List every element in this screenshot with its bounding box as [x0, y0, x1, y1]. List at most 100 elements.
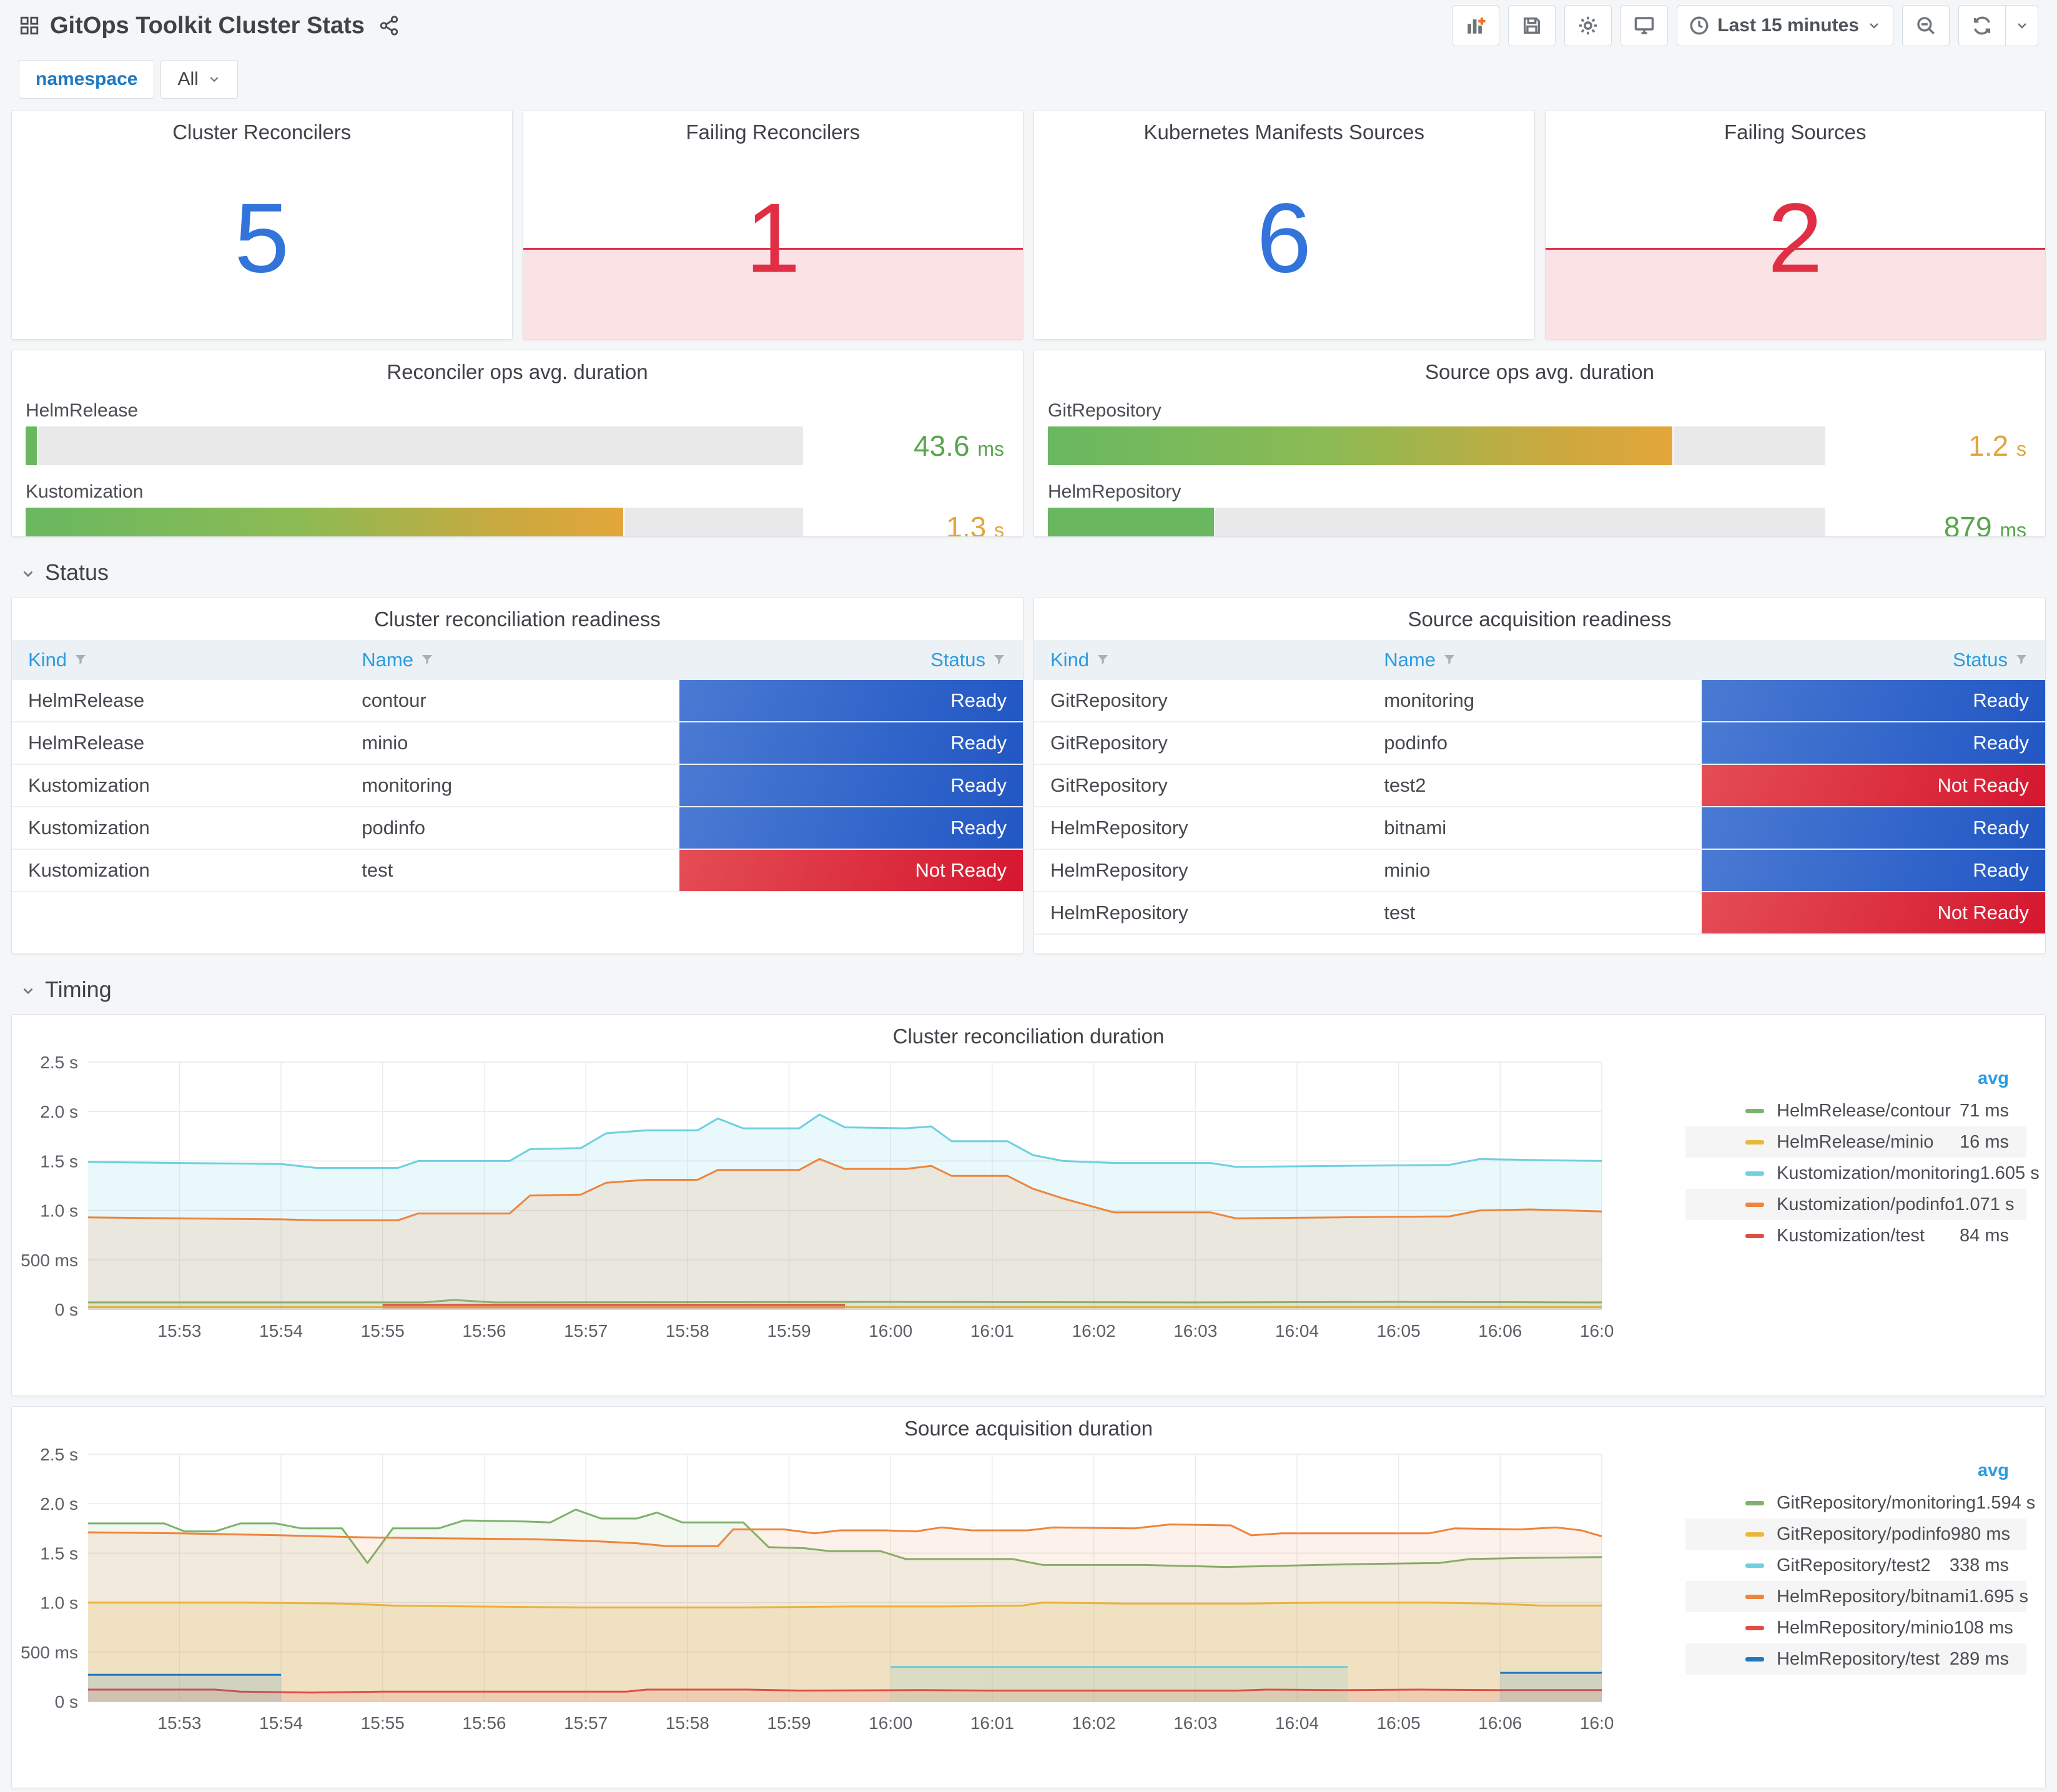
- table-row[interactable]: Kustomization podinfo Ready: [12, 807, 1023, 850]
- series-name[interactable]: HelmRelease/contour: [1777, 1101, 1960, 1121]
- filter-icon[interactable]: [420, 652, 435, 667]
- legend-item[interactable]: HelmRepository/bitnami 1.695 s: [1685, 1581, 2028, 1612]
- panel-source-acquisition-readiness[interactable]: Source acquisition readiness Kind Name S…: [1033, 597, 2046, 954]
- panel-failing-sources[interactable]: Failing Sources 2: [1544, 110, 2046, 340]
- series-name[interactable]: GitRepository/test2: [1777, 1555, 1950, 1576]
- gauges-row: Reconciler ops avg. duration HelmRelease…: [7, 350, 2050, 537]
- series-name[interactable]: HelmRepository/bitnami: [1777, 1587, 1969, 1607]
- series-color-swatch: [1745, 1657, 1764, 1662]
- variable-namespace-label[interactable]: namespace: [19, 60, 155, 99]
- series-name[interactable]: HelmRepository/test: [1777, 1649, 1950, 1670]
- status-badge: Ready: [1701, 807, 2045, 849]
- svg-text:16:00: 16:00: [869, 1321, 912, 1341]
- series-name[interactable]: Kustomization/test: [1777, 1226, 1960, 1246]
- table-row[interactable]: GitRepository podinfo Ready: [1034, 722, 2045, 765]
- table-row[interactable]: GitRepository test2 Not Ready: [1034, 765, 2045, 807]
- zoom-out-time-button[interactable]: [1902, 5, 1950, 46]
- table-row[interactable]: Kustomization monitoring Ready: [12, 765, 1023, 807]
- cell-kind: HelmRelease: [28, 689, 145, 711]
- add-panel-button[interactable]: [1452, 5, 1500, 46]
- apps-grid-icon[interactable]: [19, 15, 40, 36]
- table-row[interactable]: HelmRepository minio Ready: [1034, 850, 2045, 892]
- filter-icon[interactable]: [2014, 652, 2029, 667]
- status-badge: Not Ready: [1701, 892, 2045, 933]
- series-name[interactable]: GitRepository/podinfo: [1777, 1524, 1951, 1545]
- panel-title: Failing Reconcilers: [686, 121, 861, 144]
- svg-text:15:57: 15:57: [564, 1321, 608, 1341]
- column-header-status[interactable]: Status: [1702, 649, 2045, 671]
- panel-source-acquisition-duration[interactable]: Source acquisition duration 0 s 500 ms 1.0…: [11, 1406, 2046, 1788]
- legend-item[interactable]: HelmRepository/minio 108 ms: [1685, 1612, 2026, 1643]
- legend-avg-header[interactable]: avg: [1685, 1460, 2026, 1487]
- column-header-name[interactable]: Name: [1368, 649, 1701, 671]
- time-range-label: Last 15 minutes: [1717, 15, 1859, 36]
- svg-text:15:53: 15:53: [157, 1321, 201, 1341]
- column-header-kind[interactable]: Kind: [12, 649, 345, 671]
- svg-text:16:04: 16:04: [1275, 1321, 1319, 1341]
- panel-reconciler-ops-duration[interactable]: Reconciler ops avg. duration HelmRelease…: [11, 350, 1024, 537]
- table-row[interactable]: HelmRepository bitnami Ready: [1034, 807, 2045, 850]
- timeseries-plot[interactable]: 0 s 500 ms 1.0 s 1.5 s 2.0 s 2.5 s 15:53 15:54 1…: [14, 1052, 1685, 1393]
- legend-item[interactable]: Kustomization/monitoring 1.605 s: [1685, 1158, 2040, 1189]
- panel-cluster-reconciliation-duration[interactable]: Cluster reconciliation duration 0 s 500 m…: [11, 1014, 2046, 1396]
- table-row[interactable]: HelmRelease contour Ready: [12, 680, 1023, 722]
- svg-text:15:55: 15:55: [361, 1321, 405, 1341]
- panel-cluster-reconcilers[interactable]: Cluster Reconcilers 5: [11, 110, 513, 340]
- dashboard-settings-button[interactable]: [1564, 5, 1612, 46]
- refresh-split-button: [1958, 5, 2038, 46]
- panel-failing-reconcilers[interactable]: Failing Reconcilers 1: [522, 110, 1024, 340]
- table-row[interactable]: HelmRelease minio Ready: [12, 722, 1023, 765]
- legend-item[interactable]: HelmRepository/test 289 ms: [1685, 1643, 2026, 1675]
- cell-kind: Kustomization: [28, 817, 150, 839]
- table-row[interactable]: HelmRepository test Not Ready: [1034, 892, 2045, 935]
- series-name[interactable]: HelmRelease/minio: [1777, 1132, 1960, 1153]
- cycle-view-mode-button[interactable]: [1620, 5, 1669, 46]
- legend-item[interactable]: HelmRelease/minio 16 ms: [1685, 1126, 2026, 1158]
- timeseries-plot[interactable]: 0 s 500 ms 1.0 s 1.5 s 2.0 s 2.5 s 15:53 15:54 1…: [14, 1444, 1685, 1785]
- save-dashboard-button[interactable]: [1508, 5, 1556, 46]
- column-header-name[interactable]: Name: [345, 649, 679, 671]
- cell-status: Not Ready: [1701, 892, 2045, 933]
- column-header-status[interactable]: Status: [679, 649, 1023, 671]
- stat-value: 5: [234, 183, 290, 293]
- gauge-value: 879 ms: [1943, 511, 2026, 537]
- panel-kubernetes-manifests-sources[interactable]: Kubernetes Manifests Sources 6: [1033, 110, 1535, 340]
- table-row[interactable]: Kustomization test Not Ready: [12, 850, 1023, 892]
- column-header-kind[interactable]: Kind: [1034, 649, 1368, 671]
- table-row[interactable]: GitRepository monitoring Ready: [1034, 680, 2045, 722]
- cell-kind: HelmRelease: [28, 732, 145, 754]
- filter-icon[interactable]: [1442, 652, 1457, 667]
- legend-item[interactable]: GitRepository/podinfo 980 ms: [1685, 1519, 2026, 1550]
- filter-icon[interactable]: [1095, 652, 1110, 667]
- svg-text:16:07: 16:07: [1580, 1713, 1613, 1733]
- share-icon[interactable]: [378, 15, 400, 36]
- series-name[interactable]: Kustomization/monitoring: [1777, 1163, 1980, 1184]
- legend-item[interactable]: GitRepository/test2 338 ms: [1685, 1550, 2026, 1581]
- variable-namespace-select[interactable]: All: [160, 60, 238, 99]
- refresh-interval-dropdown[interactable]: [2006, 5, 2038, 46]
- legend-avg-header[interactable]: avg: [1685, 1068, 2026, 1095]
- legend-item[interactable]: HelmRelease/contour 71 ms: [1685, 1095, 2026, 1126]
- chevron-down-icon: [23, 571, 33, 578]
- panel-title: Cluster reconciliation readiness: [374, 608, 661, 631]
- series-name[interactable]: GitRepository/monitoring: [1777, 1493, 1976, 1514]
- series-color-swatch: [1745, 1532, 1764, 1537]
- series-name[interactable]: Kustomization/podinfo: [1777, 1194, 1955, 1215]
- legend-item[interactable]: Kustomization/podinfo 1.071 s: [1685, 1189, 2026, 1220]
- refresh-button[interactable]: [1958, 5, 2006, 46]
- filter-icon[interactable]: [992, 652, 1007, 667]
- cell-kind: GitRepository: [1050, 732, 1168, 754]
- time-range-picker[interactable]: Last 15 minutes: [1677, 5, 1893, 46]
- series-color-swatch: [1745, 1202, 1764, 1207]
- panel-cluster-reconciliation-readiness[interactable]: Cluster reconciliation readiness Kind Na…: [11, 597, 1024, 954]
- section-timing-label: Timing: [45, 977, 112, 1002]
- cell-name: minio: [362, 732, 408, 754]
- panel-source-ops-duration[interactable]: Source ops avg. duration GitRepository 1…: [1033, 350, 2046, 537]
- filter-icon[interactable]: [73, 652, 88, 667]
- series-name[interactable]: HelmRepository/minio: [1777, 1618, 1954, 1638]
- section-timing[interactable]: Timing: [7, 964, 2050, 1014]
- legend-item[interactable]: GitRepository/monitoring 1.594 s: [1685, 1487, 2035, 1519]
- legend-item[interactable]: Kustomization/test 84 ms: [1685, 1220, 2026, 1251]
- panel-title: Source acquisition duration: [904, 1417, 1153, 1440]
- section-status[interactable]: Status: [7, 547, 2050, 597]
